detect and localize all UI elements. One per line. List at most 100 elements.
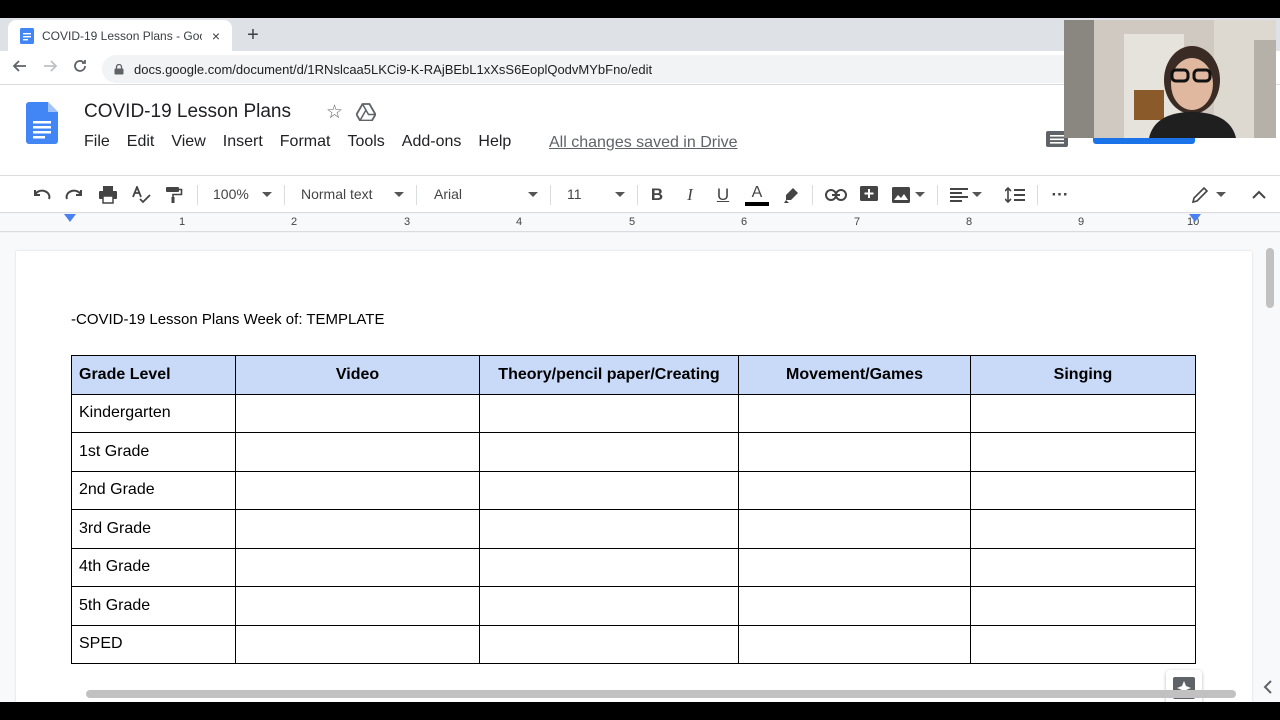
table-cell[interactable] <box>738 547 971 587</box>
text-color-button[interactable]: A <box>745 184 769 206</box>
menu-file[interactable]: File <box>84 133 118 151</box>
italic-button[interactable]: I <box>679 184 701 206</box>
header-video[interactable]: Video <box>235 355 480 395</box>
menu-format[interactable]: Format <box>280 133 339 151</box>
table-cell[interactable] <box>235 470 480 510</box>
table-cell[interactable] <box>738 393 971 433</box>
table-cell[interactable] <box>970 509 1196 549</box>
header-singing[interactable]: Singing <box>970 355 1196 395</box>
font-caret-icon <box>528 192 538 197</box>
reload-icon[interactable] <box>70 58 90 78</box>
table-cell[interactable] <box>738 509 971 549</box>
table-cell[interactable] <box>970 624 1196 664</box>
paragraph-style-select[interactable]: Normal text <box>301 186 373 202</box>
table-row: 3rd Grade <box>71 509 1196 549</box>
table-cell[interactable] <box>738 470 971 510</box>
menu-addons[interactable]: Add-ons <box>402 133 470 151</box>
menu-tools[interactable]: Tools <box>347 133 392 151</box>
move-to-drive-icon[interactable] <box>356 103 376 121</box>
table-cell[interactable] <box>738 624 971 664</box>
grade-cell[interactable]: 5th Grade <box>71 586 236 626</box>
table-cell[interactable] <box>235 509 480 549</box>
table-cell[interactable] <box>479 586 739 626</box>
header-grade-level[interactable]: Grade Level <box>71 355 236 395</box>
zoom-select[interactable]: 100% <box>213 186 249 202</box>
table-cell[interactable] <box>235 586 480 626</box>
style-caret-icon <box>394 192 404 197</box>
highlight-color-icon[interactable] <box>780 184 802 206</box>
grade-cell[interactable]: 4th Grade <box>71 547 236 587</box>
table-cell[interactable] <box>738 586 971 626</box>
more-options-button[interactable]: ··· <box>1048 184 1072 206</box>
menu-view[interactable]: View <box>171 133 213 151</box>
table-cell[interactable] <box>970 547 1196 587</box>
document-title[interactable]: COVID-19 Lesson Plans <box>84 101 291 123</box>
table-cell[interactable] <box>479 393 739 433</box>
table-cell[interactable] <box>235 547 480 587</box>
ruler[interactable]: 1 2 3 4 5 6 7 8 9 10 <box>0 214 1280 232</box>
left-indent-marker-icon[interactable] <box>64 214 76 222</box>
align-icon[interactable] <box>948 184 970 206</box>
insert-link-icon[interactable] <box>824 184 848 206</box>
table-cell[interactable] <box>235 393 480 433</box>
side-panel-chevron-left-icon[interactable] <box>1256 677 1280 701</box>
saved-status-link[interactable]: All changes saved in Drive <box>549 134 738 152</box>
header-theory[interactable]: Theory/pencil paper/Creating <box>479 355 739 395</box>
right-indent-marker-icon[interactable] <box>1189 214 1201 222</box>
table-cell[interactable] <box>970 432 1196 472</box>
table-cell[interactable] <box>738 432 971 472</box>
address-bar[interactable]: docs.google.com/document/d/1RNslcaa5LKCi… <box>102 55 1102 83</box>
horizontal-scrollbar-thumb[interactable] <box>86 690 1236 698</box>
grade-cell[interactable]: Kindergarten <box>71 393 236 433</box>
grade-cell[interactable]: 1st Grade <box>71 432 236 472</box>
tab-close-icon[interactable]: × <box>208 28 224 44</box>
table-cell[interactable] <box>479 509 739 549</box>
highlighter-pen-icon <box>784 188 798 203</box>
table-cell[interactable] <box>970 586 1196 626</box>
underline-button[interactable]: U <box>712 184 734 206</box>
undo-icon[interactable] <box>30 184 52 206</box>
link-chain-icon <box>825 189 847 201</box>
table-cell[interactable] <box>970 393 1196 433</box>
line-spacing-glyph-icon <box>1005 187 1025 203</box>
table-cell[interactable] <box>235 432 480 472</box>
menu-insert[interactable]: Insert <box>223 133 271 151</box>
document-page[interactable]: -COVID-19 Lesson Plans Week of: TEMPLATE… <box>16 251 1252 702</box>
table-cell[interactable] <box>479 624 739 664</box>
collapse-menus-icon[interactable] <box>1248 184 1270 206</box>
font-size-select[interactable]: 11 <box>567 186 582 202</box>
table-row: 2nd Grade <box>71 470 1196 510</box>
menu-edit[interactable]: Edit <box>127 133 163 151</box>
toolbar-separator <box>937 185 938 205</box>
chevron-up-icon <box>1252 190 1266 199</box>
insert-comment-icon[interactable] <box>858 184 880 206</box>
insert-image-icon[interactable] <box>890 184 912 206</box>
print-icon[interactable] <box>97 184 119 206</box>
font-select[interactable]: Arial <box>434 186 462 202</box>
spellcheck-icon[interactable] <box>130 184 152 206</box>
table-cell[interactable] <box>479 432 739 472</box>
grade-cell[interactable]: 3rd Grade <box>71 509 236 549</box>
table-cell[interactable] <box>479 547 739 587</box>
table-cell[interactable] <box>479 470 739 510</box>
forward-icon[interactable] <box>40 58 60 78</box>
grade-cell[interactable]: SPED <box>71 624 236 664</box>
document-heading[interactable]: -COVID-19 Lesson Plans Week of: TEMPLATE <box>71 311 384 328</box>
line-spacing-icon[interactable] <box>1004 184 1026 206</box>
menu-help[interactable]: Help <box>478 133 519 151</box>
align-caret-icon <box>972 192 982 197</box>
bold-button[interactable]: B <box>646 184 668 206</box>
google-docs-logo-icon[interactable] <box>26 102 58 144</box>
table-cell[interactable] <box>235 624 480 664</box>
header-movement[interactable]: Movement/Games <box>738 355 971 395</box>
vertical-scrollbar-thumb[interactable] <box>1266 248 1274 308</box>
browser-tab[interactable]: COVID-19 Lesson Plans - Google × <box>8 20 232 51</box>
new-tab-button[interactable]: + <box>243 25 263 45</box>
table-cell[interactable] <box>970 470 1196 510</box>
redo-icon[interactable] <box>64 184 86 206</box>
editing-mode-icon[interactable] <box>1189 184 1211 206</box>
back-icon[interactable] <box>10 58 30 78</box>
grade-cell[interactable]: 2nd Grade <box>71 470 236 510</box>
paint-format-icon[interactable] <box>163 184 185 206</box>
star-icon[interactable]: ☆ <box>326 101 343 124</box>
